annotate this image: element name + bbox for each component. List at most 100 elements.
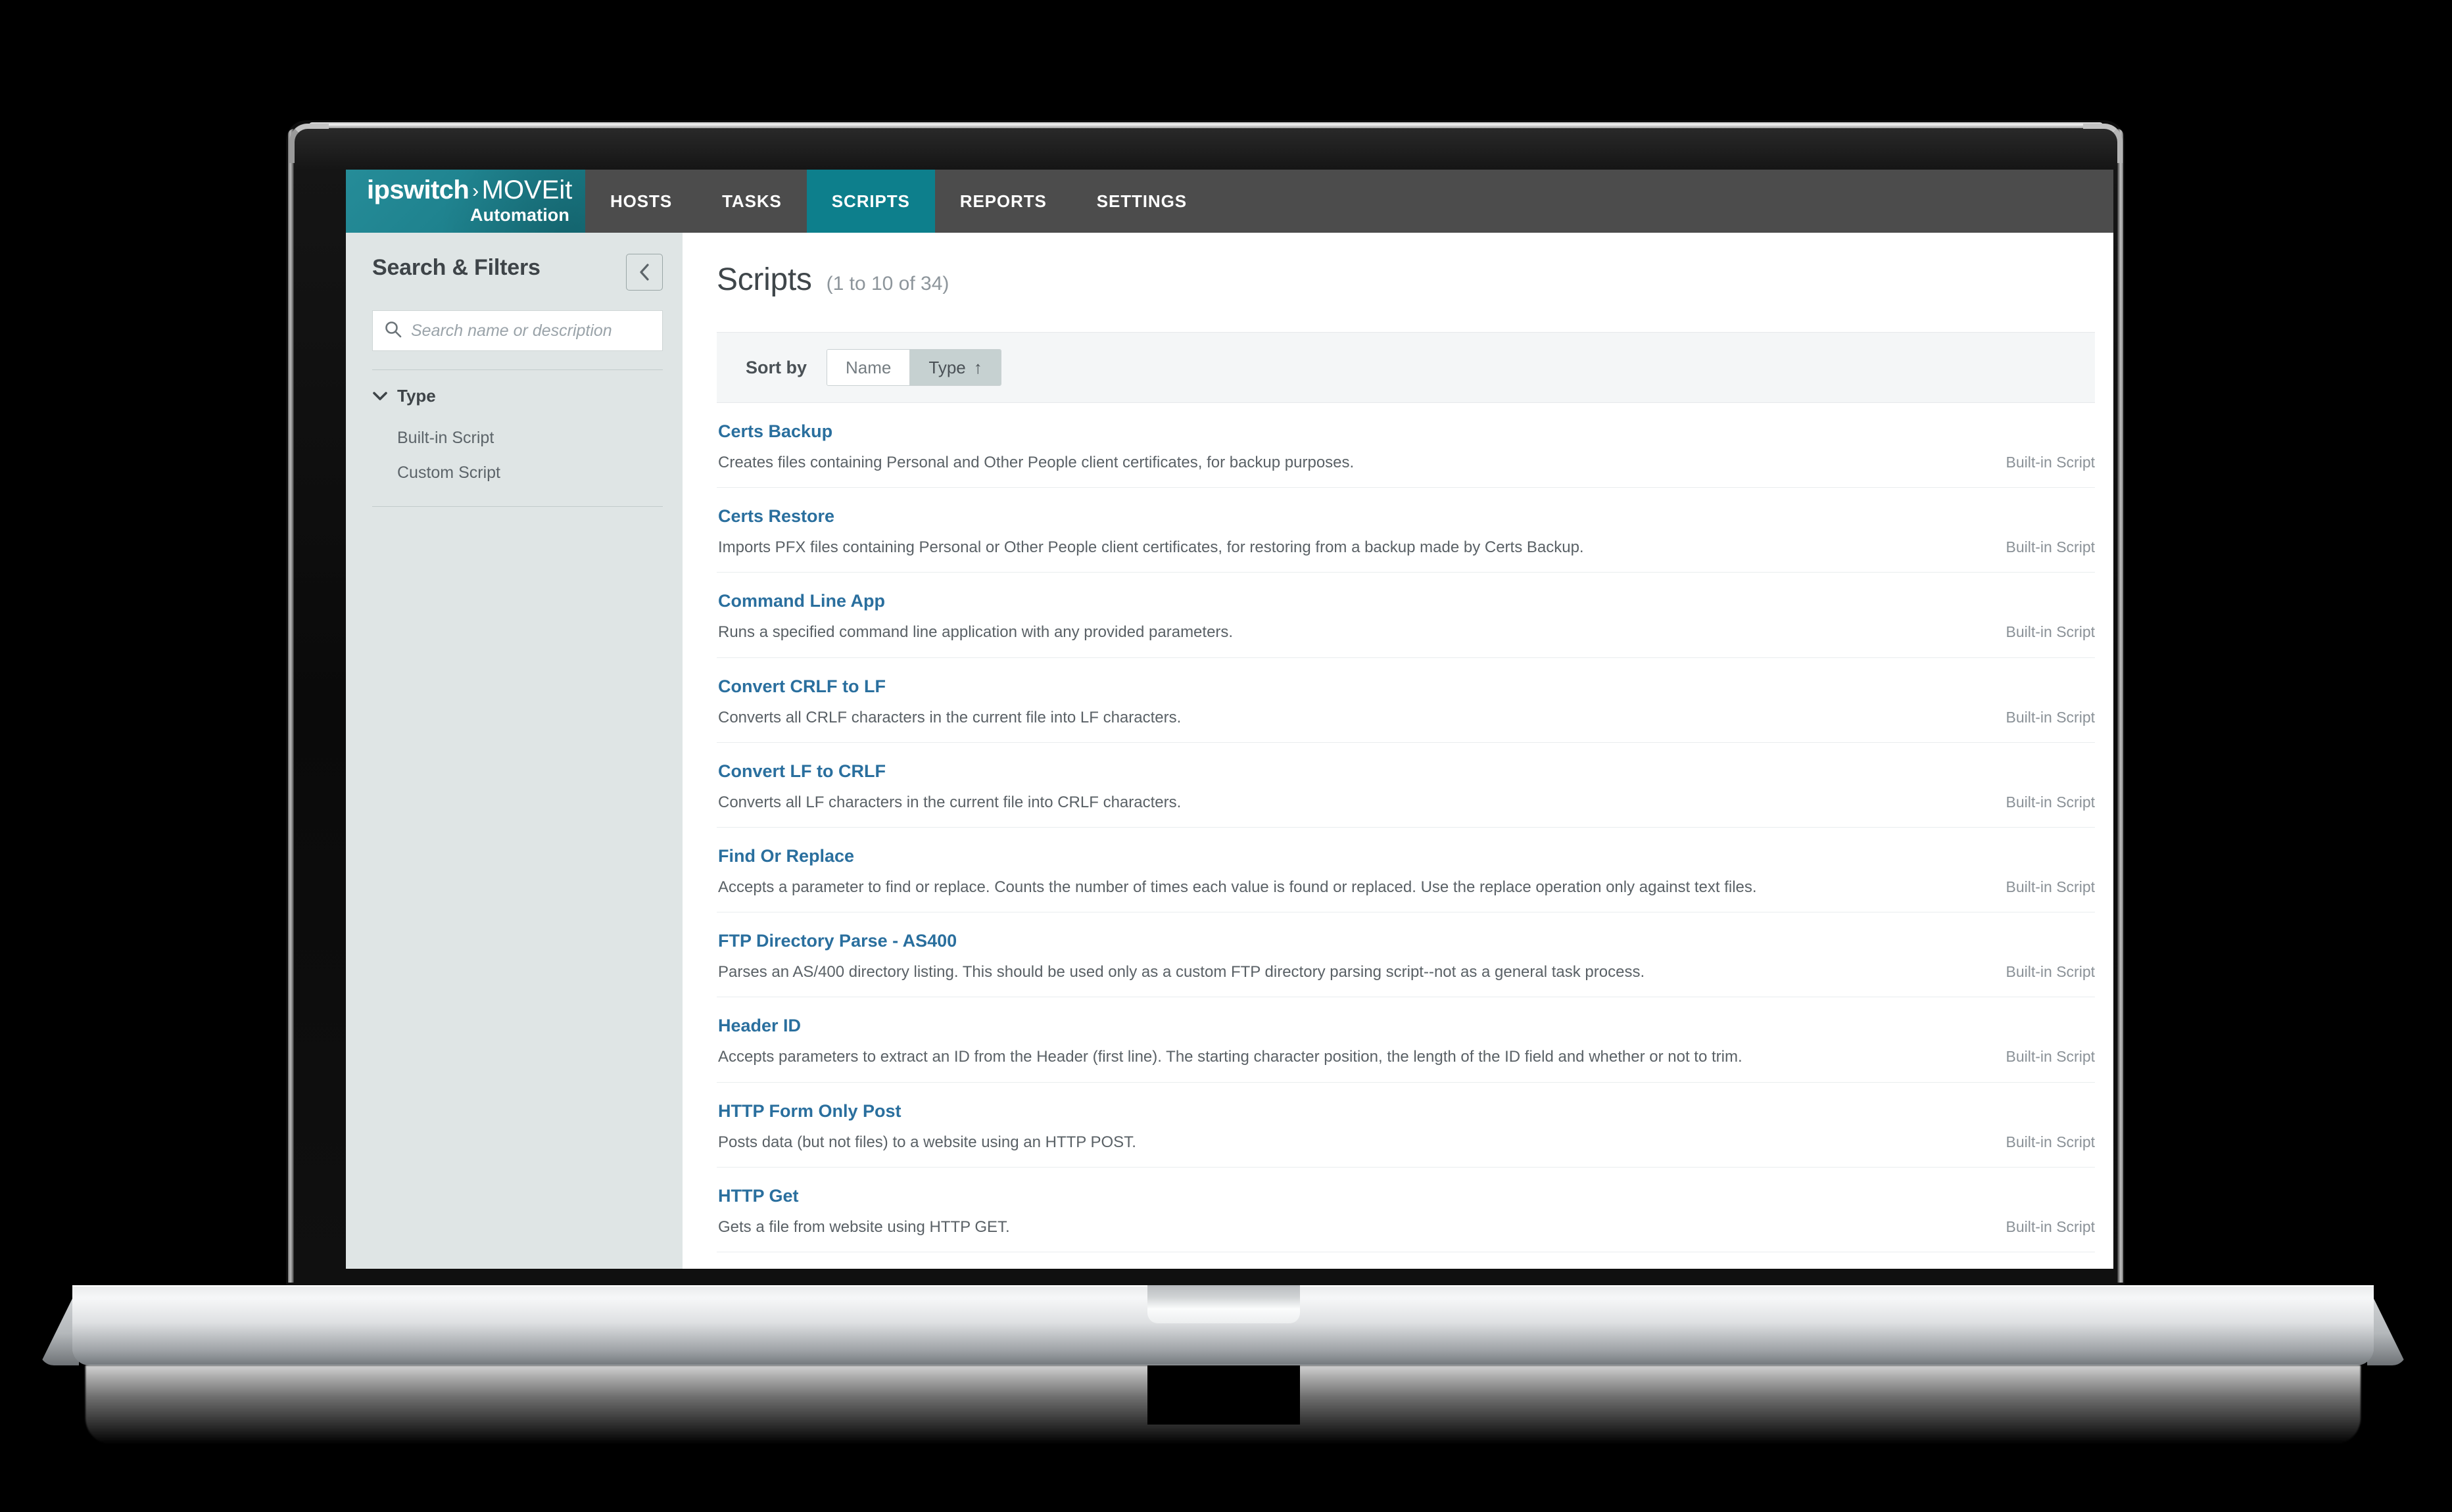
laptop-reflection-notch-cutout [1147,1365,1300,1425]
script-description: Accepts a parameter to find or replace. … [718,878,1757,896]
logo-separator-icon: › [472,180,479,202]
sort-segmented-control: Name Type ↑ [827,349,1001,386]
nav-item-tasks[interactable]: TASKS [697,170,807,233]
search-input-wrapper[interactable] [372,310,663,351]
script-name-link[interactable]: HTTP Form Only Post [718,1101,901,1122]
row-body: Parses an AS/400 directory listing. This… [717,962,2095,982]
table-row[interactable]: HTTP Form Only Post Posts data (but not … [717,1083,2095,1168]
lid-edge-top [309,122,2103,128]
lid-edge-right [2117,129,2123,1283]
script-name-link[interactable]: Certs Backup [718,421,832,442]
row-body: Converts all CRLF characters in the curr… [717,707,2095,728]
script-type-label: Built-in Script [2006,454,2095,471]
script-name-link[interactable]: Command Line App [718,591,885,611]
filter-item-built-in-script[interactable]: Built-in Script [372,421,663,456]
script-type-label: Built-in Script [2006,1133,2095,1150]
search-icon [383,319,403,343]
scripts-list: Certs Backup Creates files containing Pe… [717,403,2095,1252]
logo-subtitle: Automation [470,205,569,225]
sidebar-divider-top [372,369,663,370]
sidebar-header: Search & Filters [372,254,663,291]
laptop-device: ipswitch › MOVEit Automation HOSTS TASKS S… [0,0,2452,1512]
table-row[interactable]: Find Or Replace Accepts a parameter to f… [717,828,2095,913]
sort-ascending-arrow-icon: ↑ [973,357,982,377]
nav-items: HOSTS TASKS SCRIPTS REPORTS SETTINGS [585,170,1212,233]
page-result-count: (1 to 10 of 34) [826,273,950,295]
lid-edge-left [288,129,294,1283]
script-description: Imports PFX files containing Personal or… [718,538,1584,557]
script-type-label: Built-in Script [2006,793,2095,811]
laptop-base-notch [1147,1285,1300,1323]
script-description: Creates files containing Personal and Ot… [718,454,1355,471]
nav-item-scripts[interactable]: SCRIPTS [806,170,935,233]
filter-group-type-label: Type [397,386,436,406]
app-logo[interactable]: ipswitch › MOVEit Automation [346,170,585,233]
script-name-link[interactable]: Header ID [718,1016,801,1036]
filter-item-custom-script[interactable]: Custom Script [372,456,663,490]
script-type-label: Built-in Script [2006,963,2095,981]
script-description: Accepts parameters to extract an ID from… [718,1048,1743,1066]
script-name-link[interactable]: Find Or Replace [718,846,854,866]
sort-by-label: Sort by [746,357,807,377]
table-row[interactable]: Command Line App Runs a specified comman… [717,573,2095,658]
top-navigation-bar: ipswitch › MOVEit Automation HOSTS TASKS S… [346,170,2113,233]
table-row[interactable]: FTP Directory Parse - AS400 Parses an AS… [717,912,2095,998]
script-type-label: Built-in Script [2006,1217,2095,1235]
row-body: Converts all LF characters in the curren… [717,792,2095,813]
page-header: Scripts (1 to 10 of 34) [683,233,2113,298]
script-name-link[interactable]: Convert CRLF to LF [718,676,886,697]
row-body: Creates files containing Personal and Ot… [717,452,2095,473]
script-type-label: Built-in Script [2006,623,2095,641]
sort-option-type-label: Type [928,357,966,377]
sidebar-divider-bottom [372,506,663,507]
row-body: Accepts parameters to extract an ID from… [717,1047,2095,1067]
sort-option-name-label: Name [846,357,892,377]
logo-brand-text: ipswitch [367,176,469,204]
filter-group-type-header[interactable]: Type [372,386,663,406]
script-description: Posts data (but not files) to a website … [718,1133,1136,1151]
script-type-label: Built-in Script [2006,1048,2095,1066]
script-name-link[interactable]: HTTP Get [718,1186,799,1206]
row-body: Gets a file from website using HTTP GET.… [717,1217,2095,1237]
row-body: Posts data (but not files) to a website … [717,1132,2095,1152]
table-row[interactable]: Convert LF to CRLF Converts all LF chara… [717,743,2095,828]
search-input[interactable] [411,321,652,341]
sort-option-name[interactable]: Name [827,350,910,385]
script-name-link[interactable]: FTP Directory Parse - AS400 [718,931,957,951]
table-row[interactable]: Convert CRLF to LF Converts all CRLF cha… [717,658,2095,743]
nav-item-hosts[interactable]: HOSTS [585,170,697,233]
sort-option-type[interactable]: Type ↑ [909,350,1001,385]
sidebar-search-and-filters: Search & Filters Search name or descript… [346,233,683,1269]
sort-toolbar: Sort by Name Type ↑ [717,332,2095,403]
script-description: Converts all CRLF characters in the curr… [718,708,1182,726]
lid-corner-top-right [2083,124,2123,163]
table-row[interactable]: Header ID Accepts parameters to extract … [717,997,2095,1083]
nav-item-settings[interactable]: SETTINGS [1072,170,1212,233]
chevron-left-icon [637,262,652,282]
logo-product-text: MOVEit [481,176,573,204]
logo-primary-line: ipswitch › MOVEit [367,177,585,203]
table-row[interactable]: Certs Backup Creates files containing Pe… [717,403,2095,488]
script-type-label: Built-in Script [2006,708,2095,726]
script-description: Gets a file from website using HTTP GET. [718,1217,1010,1236]
row-body: Accepts a parameter to find or replace. … [717,877,2095,897]
script-type-label: Built-in Script [2006,538,2095,556]
script-type-label: Built-in Script [2006,878,2095,895]
script-name-link[interactable]: Certs Restore [718,506,834,527]
row-body: Imports PFX files containing Personal or… [717,537,2095,557]
screen-content: ipswitch › MOVEit Automation HOSTS TASKS S… [346,170,2113,1269]
lid-corner-top-left [289,124,329,163]
table-row[interactable]: Certs Restore Imports PFX files containi… [717,488,2095,573]
row-body: Runs a specified command line applicatio… [717,622,2095,642]
script-description: Parses an AS/400 directory listing. This… [718,963,1645,981]
script-name-link[interactable]: Convert LF to CRLF [718,761,886,782]
sidebar-title: Search & Filters [372,255,541,280]
nav-item-reports[interactable]: REPORTS [935,170,1072,233]
sidebar-collapse-button[interactable] [626,254,663,291]
page-title: Scripts [717,262,812,297]
main-panel: Scripts (1 to 10 of 34) Sort by Name Typ… [683,233,2113,1269]
app-body: Search & Filters Search name or descript… [346,233,2113,1269]
table-row[interactable]: HTTP Get Gets a file from website using … [717,1168,2095,1252]
script-description: Converts all LF characters in the curren… [718,793,1182,811]
script-description: Runs a specified command line applicatio… [718,623,1234,642]
